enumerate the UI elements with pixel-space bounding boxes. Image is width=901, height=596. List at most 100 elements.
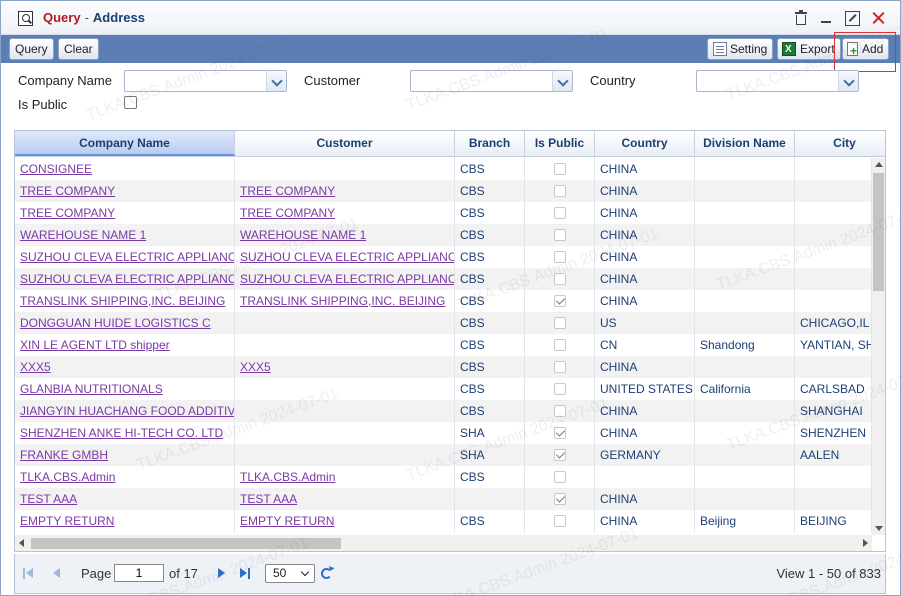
company-name-cell[interactable]: DONGGUAN HUIDE LOGISTICS C (15, 312, 235, 334)
country-label: Country (590, 73, 636, 88)
customer-select[interactable] (410, 70, 573, 92)
horizontal-scrollbar[interactable] (15, 535, 872, 551)
scroll-down-arrow-icon[interactable] (875, 526, 883, 531)
vertical-scrollbar[interactable] (872, 158, 885, 535)
last-page-icon[interactable] (240, 568, 252, 580)
next-page-icon[interactable] (218, 568, 230, 580)
branch-cell (455, 488, 525, 510)
division-name-cell (695, 290, 795, 312)
table-row[interactable]: TREE COMPANY TREE COMPANY CBS CHINA (15, 180, 872, 202)
table-row[interactable]: FRANKE GMBH SHA GERMANY AALEN (15, 444, 872, 466)
table-row[interactable]: TREE COMPANY TREE COMPANY CBS CHINA (15, 202, 872, 224)
horizontal-scroll-thumb[interactable] (31, 538, 341, 549)
branch-cell: CBS (455, 290, 525, 312)
table-row[interactable]: CONSIGNEE CBS CHINA (15, 158, 872, 180)
company-name-cell[interactable]: SUZHOU CLEVA ELECTRIC APPLIANC (15, 268, 235, 290)
scroll-left-arrow-icon[interactable] (19, 539, 24, 547)
customer-cell[interactable]: WAREHOUSE NAME 1 (235, 224, 455, 246)
column-header-country[interactable]: Country (595, 131, 695, 156)
table-row[interactable]: DONGGUAN HUIDE LOGISTICS C CBS US CHICAGO,I… (15, 312, 872, 334)
vertical-scroll-thumb[interactable] (873, 173, 884, 291)
customer-cell[interactable]: TREE COMPANY (235, 202, 455, 224)
company-name-cell[interactable]: TREE COMPANY (15, 180, 235, 202)
company-name-cell[interactable]: TEST AAA (15, 488, 235, 510)
table-row[interactable]: XIN LE AGENT LTD shipper CBS CN Shandong YAN… (15, 334, 872, 356)
company-name-cell[interactable]: TRANSLINK SHIPPING,INC. BEIJING (15, 290, 235, 312)
add-button[interactable]: Add (842, 38, 890, 60)
export-button[interactable]: Export (777, 38, 841, 60)
country-select[interactable] (696, 70, 859, 92)
company-name-cell[interactable]: FRANKE GMBH (15, 444, 235, 466)
table-row[interactable]: XXX5 XXX5 CBS CHINA (15, 356, 872, 378)
division-name-cell (695, 224, 795, 246)
customer-cell[interactable]: XXX5 (235, 356, 455, 378)
scroll-right-arrow-icon[interactable] (863, 539, 868, 547)
table-row[interactable]: TRANSLINK SHIPPING,INC. BEIJING TRANSLINK… (15, 290, 872, 312)
division-name-cell (695, 246, 795, 268)
table-row[interactable]: TLKA.CBS.Admin TLKA.CBS.Admin CBS (15, 466, 872, 488)
is-public-checkbox[interactable] (124, 96, 137, 109)
column-header-division-name[interactable]: Division Name (695, 131, 795, 156)
company-name-cell[interactable]: WAREHOUSE NAME 1 (15, 224, 235, 246)
city-cell (795, 488, 872, 510)
company-name-cell[interactable]: TLKA.CBS.Admin (15, 466, 235, 488)
branch-cell: CBS (455, 246, 525, 268)
customer-cell[interactable]: TLKA.CBS.Admin (235, 466, 455, 488)
company-name-select[interactable] (124, 70, 287, 92)
customer-cell[interactable]: TRANSLINK SHIPPING,INC. BEIJING (235, 290, 455, 312)
company-name-cell[interactable]: XIN LE AGENT LTD shipper (15, 334, 235, 356)
table-row[interactable]: GLANBIA NUTRITIONALS CBS UNITED STATES Cali… (15, 378, 872, 400)
city-cell: CARLSBAD (795, 378, 872, 400)
column-header-is-public[interactable]: Is Public (525, 131, 595, 156)
first-page-icon[interactable] (23, 568, 35, 580)
company-name-cell[interactable]: CONSIGNEE (15, 158, 235, 180)
page-size-select[interactable]: 50 (265, 564, 315, 583)
company-name-cell[interactable]: XXX5 (15, 356, 235, 378)
is-public-cell (525, 466, 595, 488)
chevron-down-icon[interactable] (838, 71, 858, 91)
query-button[interactable]: Query (9, 38, 54, 60)
refresh-icon[interactable] (321, 568, 332, 579)
company-name-cell[interactable]: GLANBIA NUTRITIONALS (15, 378, 235, 400)
customer-cell[interactable]: TREE COMPANY (235, 180, 455, 202)
customer-cell[interactable]: TEST AAA (235, 488, 455, 510)
is-public-cell (525, 158, 595, 180)
column-header-company-name[interactable]: Company Name (15, 131, 235, 156)
table-row[interactable]: SUZHOU CLEVA ELECTRIC APPLIANC SUZHOU CLE… (15, 246, 872, 268)
company-name-cell[interactable]: JIANGYIN HUACHANG FOOD ADDITIV (15, 400, 235, 422)
add-button-label: Add (862, 42, 884, 56)
column-header-branch[interactable]: Branch (455, 131, 525, 156)
column-header-city[interactable]: City (795, 131, 885, 156)
address-query-window: Query-Address Query Clear Setting Export… (0, 0, 901, 596)
maximize-icon[interactable] (844, 10, 860, 26)
customer-cell[interactable]: SUZHOU CLEVA ELECTRIC APPLIANC (235, 246, 455, 268)
toolbar: Query Clear Setting Export Add (1, 35, 900, 63)
table-row[interactable]: SHENZHEN ANKE HI-TECH CO. LTD SHA CHINA SHE… (15, 422, 872, 444)
previous-page-icon[interactable] (53, 568, 65, 580)
country-cell: CHINA (595, 268, 695, 290)
trash-icon[interactable] (793, 10, 809, 26)
setting-button[interactable]: Setting (707, 38, 774, 60)
setting-button-label: Setting (730, 42, 768, 56)
division-name-cell (695, 488, 795, 510)
company-name-cell[interactable]: SHENZHEN ANKE HI-TECH CO. LTD (15, 422, 235, 444)
table-row[interactable]: TEST AAA TEST AAA CHINA (15, 488, 872, 510)
table-row[interactable]: EMPTY RETURN EMPTY RETURN CBS CHINA Beijing B… (15, 510, 872, 532)
company-name-cell[interactable]: EMPTY RETURN (15, 510, 235, 532)
table-row[interactable]: SUZHOU CLEVA ELECTRIC APPLIANC SUZHOU CLE… (15, 268, 872, 290)
chevron-down-icon[interactable] (552, 71, 572, 91)
table-row[interactable]: WAREHOUSE NAME 1 WAREHOUSE NAME 1 CBS CHINA (15, 224, 872, 246)
scroll-up-arrow-icon[interactable] (875, 162, 883, 167)
table-row[interactable]: JIANGYIN HUACHANG FOOD ADDITIV CBS CHINA SH… (15, 400, 872, 422)
customer-cell[interactable]: EMPTY RETURN (235, 510, 455, 532)
customer-cell[interactable]: SUZHOU CLEVA ELECTRIC APPLIANC (235, 268, 455, 290)
column-header-customer[interactable]: Customer (235, 131, 455, 156)
minimize-icon[interactable] (818, 10, 834, 26)
clear-button[interactable]: Clear (58, 38, 99, 60)
company-name-cell[interactable]: SUZHOU CLEVA ELECTRIC APPLIANC (15, 246, 235, 268)
close-icon[interactable] (870, 10, 886, 26)
chevron-down-icon[interactable] (266, 71, 286, 91)
country-cell: GERMANY (595, 444, 695, 466)
company-name-cell[interactable]: TREE COMPANY (15, 202, 235, 224)
page-number-input[interactable] (114, 564, 164, 582)
